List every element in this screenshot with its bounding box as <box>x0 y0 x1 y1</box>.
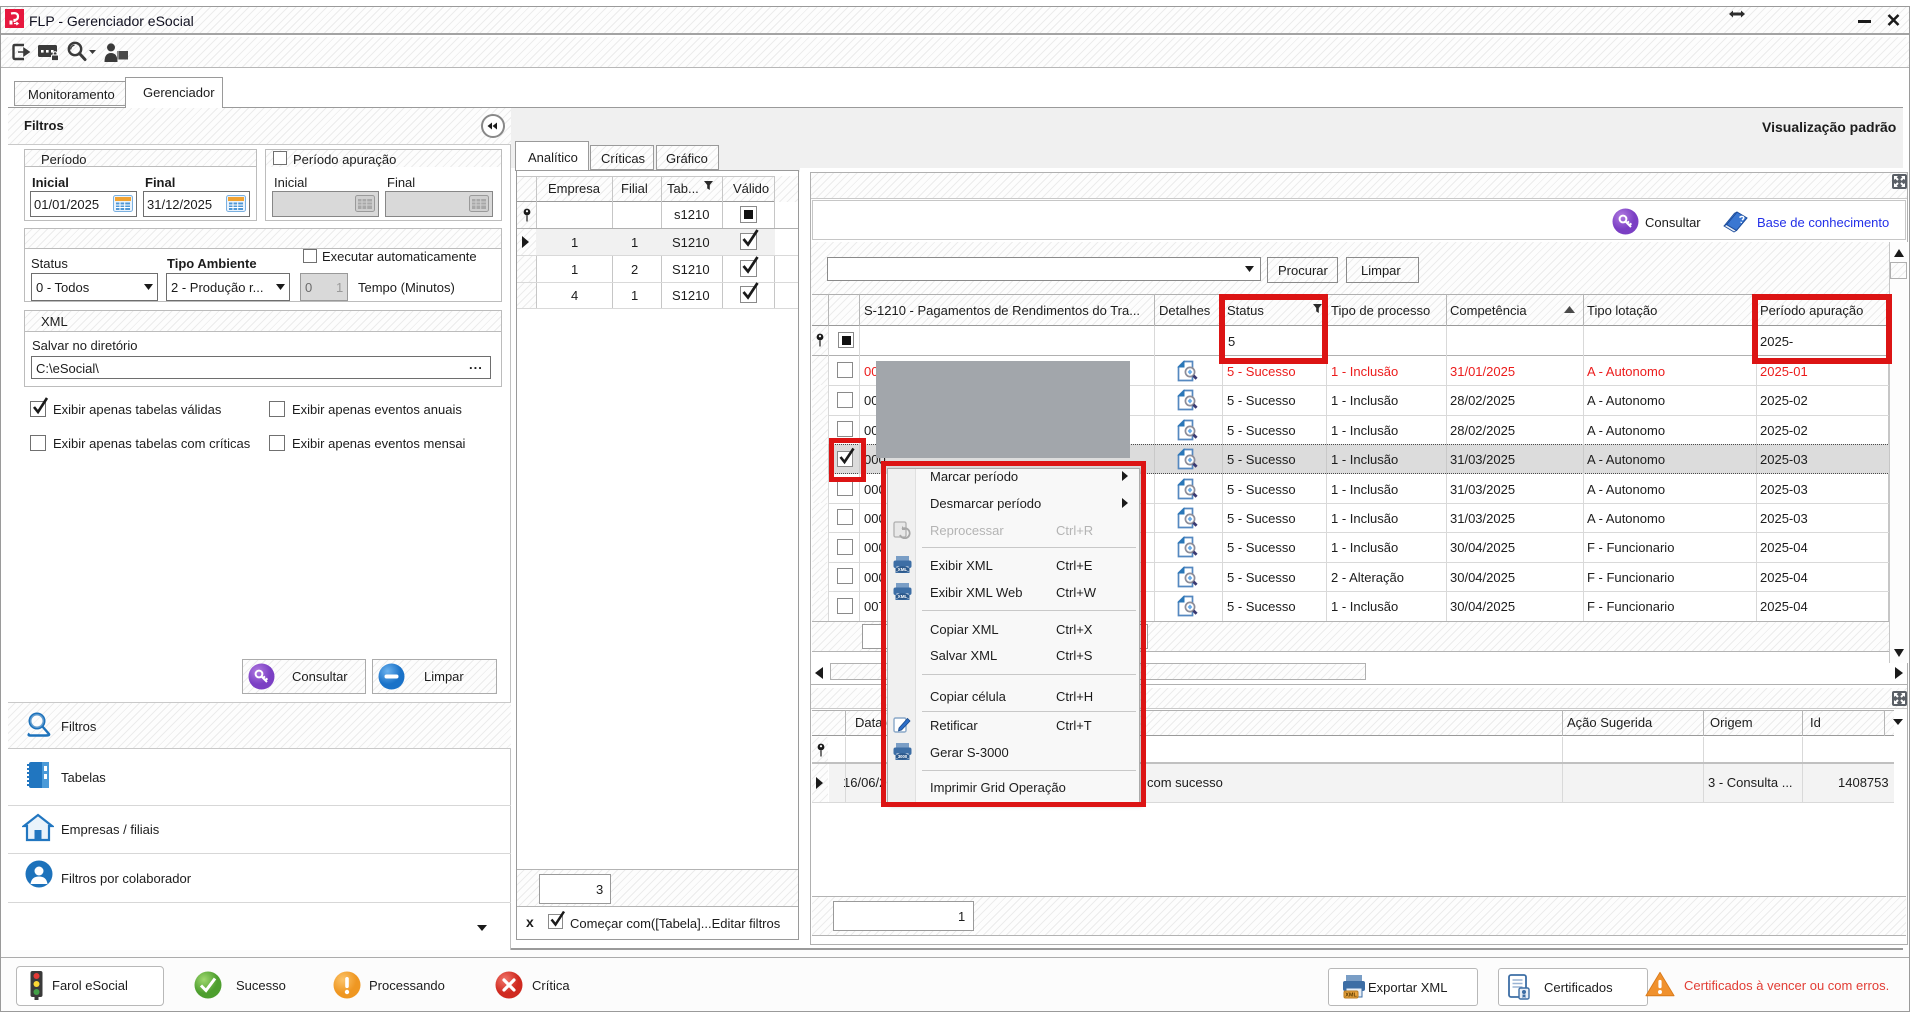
svg-text:XML: XML <box>1345 993 1357 999</box>
